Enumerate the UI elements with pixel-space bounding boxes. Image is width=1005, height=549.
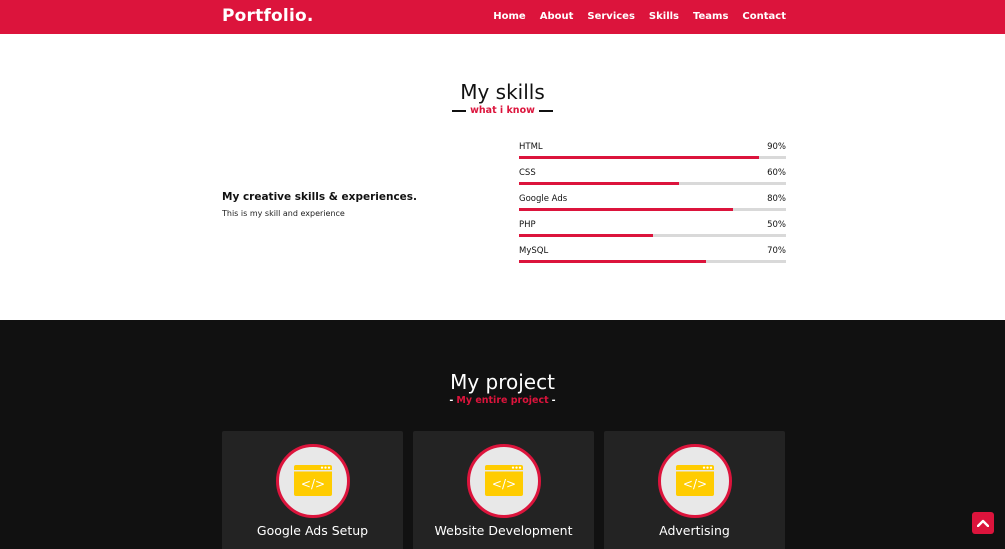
project-card-title: Website Development	[434, 523, 573, 538]
skill-percent: 80%	[767, 194, 786, 204]
navbar: Portfolio. Home About Services Skills Te…	[0, 0, 1005, 34]
skill-mysql: MySQL 70%	[519, 246, 786, 272]
project-card-google-ads[interactable]: </> Google Ads Setup	[222, 431, 403, 549]
skill-css: CSS 60%	[519, 168, 786, 194]
project-card-title: Google Ads Setup	[256, 523, 369, 538]
progress-track	[519, 182, 786, 185]
project-card-advertising[interactable]: </> Advertising	[604, 431, 785, 549]
icon-circle: </>	[658, 444, 732, 518]
skill-google-ads: Google Ads 80%	[519, 194, 786, 220]
progress-fill	[519, 182, 680, 185]
progress-fill	[519, 156, 760, 159]
skill-php: PHP 50%	[519, 220, 786, 246]
skills-description: This is my skill and experience	[222, 209, 345, 218]
progress-fill	[519, 234, 653, 237]
progress-track	[519, 156, 786, 159]
skill-percent: 60%	[767, 168, 786, 178]
skill-percent: 90%	[767, 142, 786, 152]
nav-contact[interactable]: Contact	[742, 11, 786, 22]
skill-html: HTML 90%	[519, 142, 786, 168]
svg-text:</>: </>	[683, 477, 707, 491]
skill-name: CSS	[519, 168, 536, 178]
subtitle-line-right	[538, 109, 553, 112]
skills-heading: My creative skills & experiences.	[222, 191, 418, 203]
scroll-top-button[interactable]	[972, 512, 994, 534]
nav-home[interactable]: Home	[493, 11, 525, 22]
subtitle-dash-left: -	[449, 395, 454, 406]
projects-subtitle: - My entire project -	[0, 395, 1005, 406]
logo[interactable]: Portfolio.	[222, 6, 314, 26]
subtitle-line-left	[452, 109, 467, 112]
skill-percent: 70%	[767, 246, 786, 256]
progress-track	[519, 234, 786, 237]
projects-title: My project	[450, 370, 555, 394]
skill-name: MySQL	[519, 246, 549, 256]
nav-skills[interactable]: Skills	[649, 11, 679, 22]
skill-name: Google Ads	[519, 194, 568, 204]
nav-menu: Home About Services Skills Teams Contact	[493, 11, 786, 22]
skills-intro: My creative skills & experiences. This i…	[222, 191, 417, 218]
logo-dot: .	[306, 6, 314, 26]
project-card-web-dev[interactable]: </> Website Development	[413, 431, 594, 549]
progress-track	[519, 260, 786, 263]
nav-teams[interactable]: Teams	[693, 11, 728, 22]
project-card-title: Advertising	[659, 523, 730, 538]
skill-percent: 50%	[767, 220, 786, 230]
skills-subtitle-text: what i know	[470, 105, 535, 116]
code-window-icon: </>	[294, 465, 332, 496]
icon-circle: </>	[467, 444, 541, 518]
nav-services[interactable]: Services	[587, 11, 635, 22]
logo-text: Portfolio	[222, 6, 307, 26]
projects-subtitle-text: My entire project	[456, 395, 549, 406]
code-window-icon: </>	[676, 465, 714, 496]
svg-text:</>: </>	[301, 477, 325, 491]
skill-name: PHP	[519, 220, 536, 230]
svg-text:</>: </>	[492, 477, 516, 491]
icon-circle: </>	[276, 444, 350, 518]
code-window-icon: </>	[485, 465, 523, 496]
nav-about[interactable]: About	[540, 11, 574, 22]
progress-fill	[519, 208, 733, 211]
subtitle-dash-right: -	[551, 395, 556, 406]
progress-fill	[519, 260, 706, 263]
skills-subtitle: what i know	[0, 105, 1005, 116]
skill-list: HTML 90% CSS 60% Google Ads 80% PHP 50% MySQ…	[519, 142, 786, 272]
project-cards: </> Google Ads Setup </> Website Develop…	[222, 431, 785, 549]
skills-section: My skills what i know My creative skills…	[0, 34, 1005, 320]
skill-name: HTML	[519, 142, 543, 152]
skills-title: My skills	[460, 80, 545, 104]
chevron-up-icon	[977, 519, 989, 527]
progress-track	[519, 208, 786, 211]
projects-section: My project - My entire project - </> Goo…	[0, 320, 1005, 549]
